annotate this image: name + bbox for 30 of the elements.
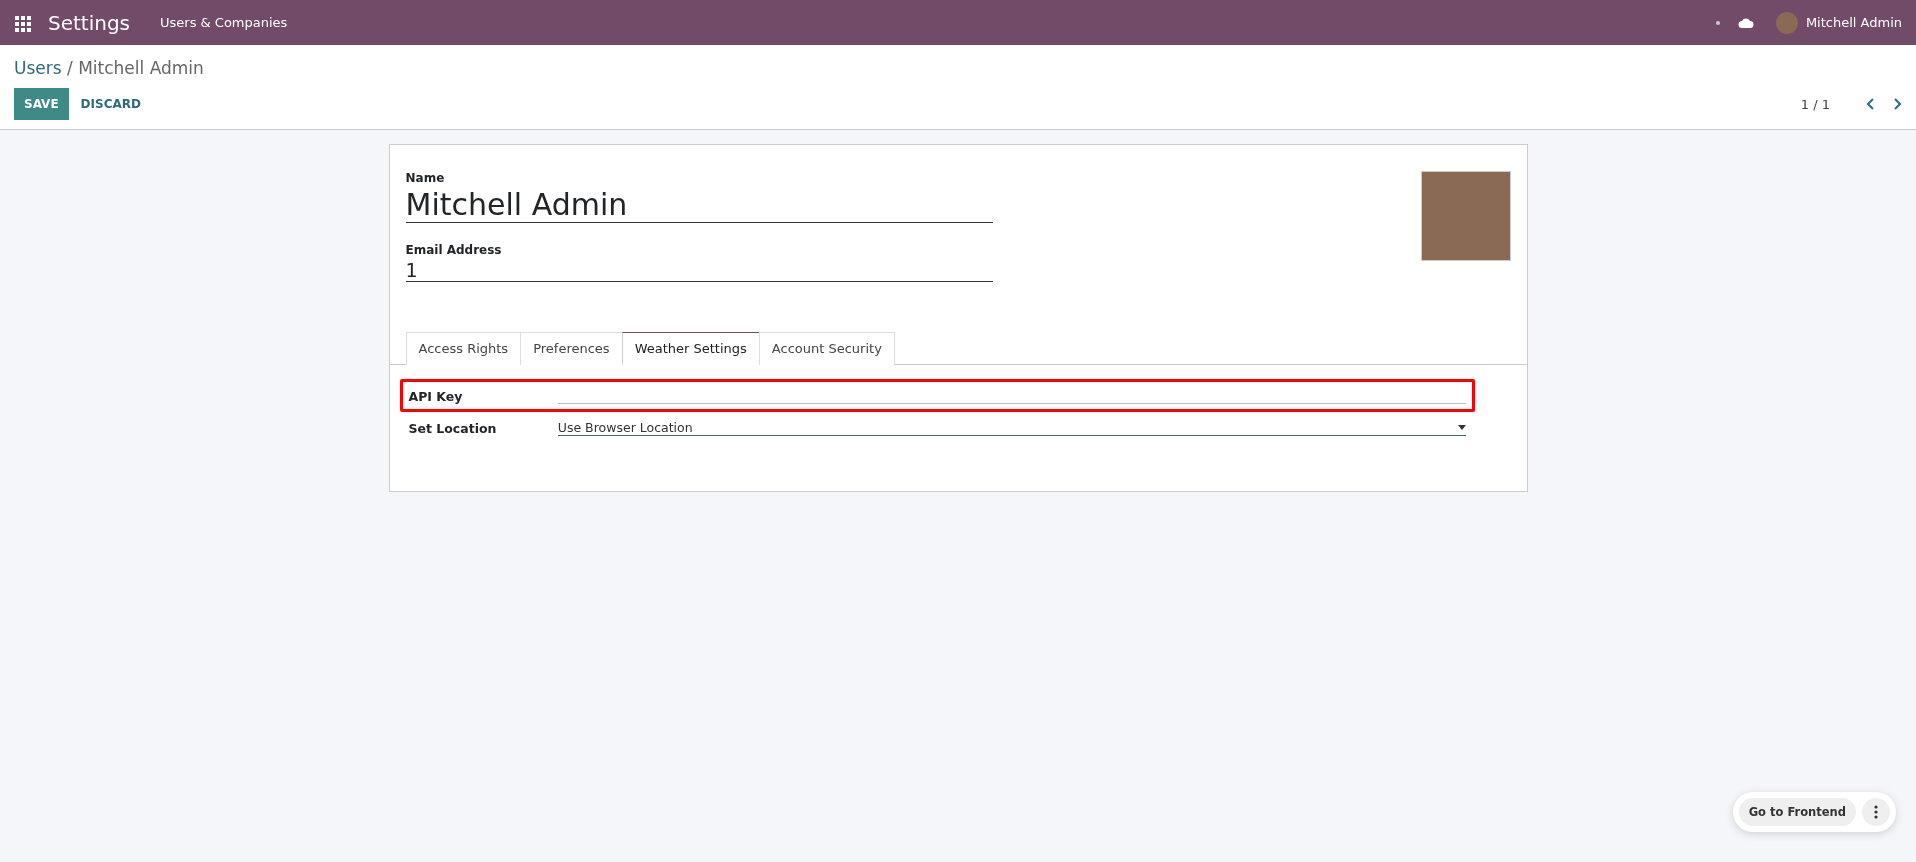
user-name[interactable]: Mitchell Admin bbox=[1805, 15, 1902, 30]
go-to-frontend-button[interactable]: Go to Frontend bbox=[1738, 798, 1856, 826]
save-button[interactable]: SAVE bbox=[14, 88, 69, 120]
breadcrumb-separator: / bbox=[67, 58, 73, 78]
previous-icon[interactable] bbox=[1866, 97, 1876, 111]
discard-button[interactable]: DISCARD bbox=[68, 88, 153, 120]
field-label: Name bbox=[405, 171, 446, 185]
next-icon[interactable] bbox=[1892, 97, 1902, 111]
photo-placeholder[interactable] bbox=[1420, 171, 1511, 261]
app-title[interactable]: Settings bbox=[48, 10, 131, 35]
field-label: Email Address bbox=[405, 243, 503, 257]
dot-icon[interactable] bbox=[1715, 20, 1720, 25]
name-field[interactable]: Mitchell Admin bbox=[405, 185, 993, 223]
email-field[interactable]: 1 bbox=[405, 257, 993, 282]
field-label: Set Location bbox=[408, 421, 498, 436]
breadcrumb-current: Mitchell Admin bbox=[78, 58, 204, 78]
more-options-button[interactable] bbox=[1862, 798, 1890, 826]
tab[interactable]: Account Security bbox=[758, 332, 895, 365]
menu-item[interactable]: Users & Companies bbox=[160, 15, 288, 30]
kebab-icon bbox=[1874, 805, 1878, 819]
field-label: API Key bbox=[408, 389, 464, 404]
select-field[interactable]: Use Browser Location bbox=[557, 420, 1466, 436]
breadcrumb-link[interactable]: Users bbox=[14, 58, 62, 78]
tab[interactable]: Access Rights bbox=[405, 332, 522, 365]
apps-menu-icon[interactable] bbox=[14, 13, 32, 32]
tab[interactable]: Preferences bbox=[520, 332, 623, 365]
dropdown-caret-icon[interactable] bbox=[1457, 425, 1466, 430]
cloud-icon[interactable] bbox=[1737, 16, 1754, 29]
tab[interactable]: Weather Settings bbox=[621, 332, 760, 365]
pager-value: 1 / 1 bbox=[1800, 96, 1830, 112]
